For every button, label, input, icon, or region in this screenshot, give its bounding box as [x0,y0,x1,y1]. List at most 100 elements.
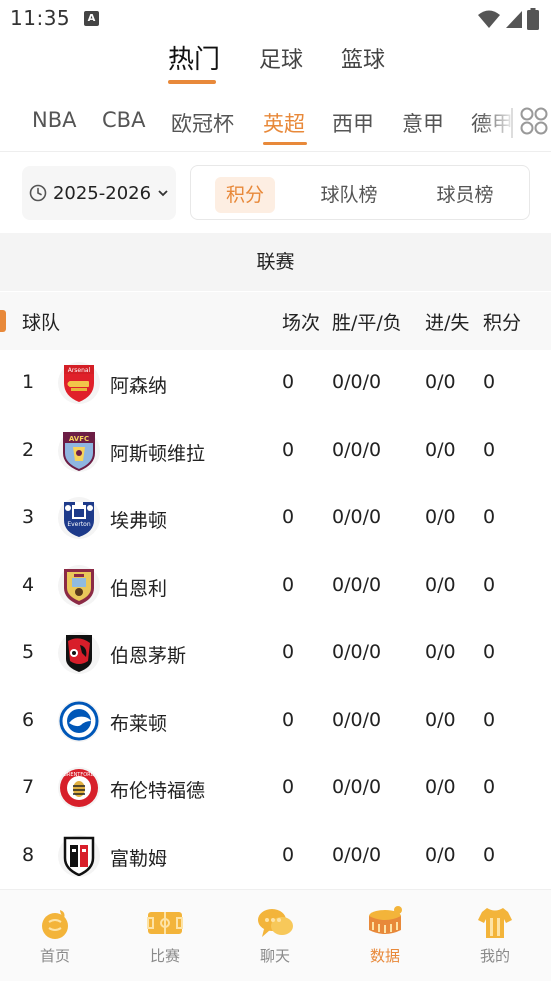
table-row[interactable]: 8 富勒姆 0 0/0/0 0/0 0 [0,823,551,891]
table-row[interactable]: 4 伯恩利 0 0/0/0 0/0 0 [0,553,551,621]
win-draw-loss: 0/0/0 [332,573,382,596]
nav-label-match: 比赛 [149,947,180,965]
segment-standings[interactable]: 积分 [215,177,275,213]
segment-player-rank[interactable]: 球员榜 [425,177,505,213]
league-tab-seriea[interactable]: 意甲 [402,108,444,138]
divider [0,151,551,152]
points: 0 [483,506,496,528]
grid-menu-icon[interactable] [520,107,548,135]
team-name: 阿森纳 [110,375,168,397]
chevron-down-icon [158,190,168,197]
team-name: 埃弗顿 [110,510,168,532]
rank: 3 [22,506,35,528]
arsenal-crest-text: Arsenal [68,367,91,374]
league-tab-laliga[interactable]: 西甲 [332,108,374,138]
nav-data[interactable]: 数据 [345,904,425,966]
nav-home[interactable]: 首页 [15,904,95,966]
goals: 0/0 [425,371,456,393]
nav-match[interactable]: 比赛 [125,904,205,966]
goals: 0/0 [425,708,456,731]
win-draw-loss: 0/0/0 [332,371,382,393]
home-icon [42,910,68,939]
brentford-crest-icon: BRENTFORD [58,767,100,809]
table-row[interactable]: 3 Everton 埃弗顿 0 0/0/0 0/0 0 [0,485,551,553]
table-header: 球队 场次 胜/平/负 进/失 积分 [0,292,551,350]
main-tabs: 热门 足球 篮球 [0,38,551,90]
stats-segment-control: 积分 球队榜 球员榜 [190,165,530,220]
fulham-crest-icon [58,834,100,877]
nav-label-profile: 我的 [479,947,510,965]
league-tab-epl[interactable]: 英超 [263,108,305,138]
nav-label-data: 数据 [369,947,400,965]
played: 0 [282,506,295,528]
header-goals: 进/失 [425,312,470,334]
table-row[interactable]: 5 伯恩茅斯 0 0/0/0 0/0 0 [0,620,551,688]
table-row[interactable]: 2 AVFC 阿斯顿维拉 0 0/0/0 0/0 0 [0,418,551,486]
nav-label-chat: 聊天 [259,947,290,965]
team-name: 阿斯顿维拉 [110,442,206,465]
rank: 4 [22,573,35,596]
aston-villa-crest-text: AVFC [69,435,89,443]
clock-icon [29,184,47,202]
season-label: 2025-2026 [52,182,152,204]
points: 0 [483,641,496,663]
points: 0 [483,438,496,461]
team-name: 伯恩利 [110,577,168,600]
arsenal-crest-icon: Arsenal [58,362,100,404]
rank: 8 [22,843,35,866]
league-tab-ucl[interactable]: 欧冠杯 [171,108,234,138]
table-row[interactable]: 1 Arsenal 阿森纳 0 0/0/0 0/0 0 [0,350,551,418]
league-tab-indicator [263,142,307,145]
header-played: 场次 [282,312,321,334]
pitch-icon [147,912,183,934]
main-tab-basketball[interactable]: 篮球 [341,42,385,74]
nav-profile[interactable]: 我的 [455,904,535,966]
points: 0 [483,843,496,866]
bottom-nav: 首页 比赛 聊天 数据 我的 [0,889,551,981]
win-draw-loss: 0/0/0 [332,843,382,866]
points: 0 [483,708,496,731]
rank: 6 [22,708,35,731]
main-tab-indicator [168,80,216,84]
signal-icon [506,11,522,28]
header-points: 积分 [483,312,522,334]
nav-chat[interactable]: 聊天 [235,904,315,966]
played: 0 [282,843,295,866]
team-name: 布伦特福德 [110,780,206,802]
rank: 7 [22,776,35,798]
table-row[interactable]: 6 布莱顿 0 0/0/0 0/0 0 [0,688,551,756]
main-tab-football[interactable]: 足球 [259,42,303,74]
rank: 1 [22,371,35,393]
standings-list: 1 Arsenal 阿森纳 0 0/0/0 0/0 0 2 AVFC 阿斯顿维拉… [0,350,551,890]
win-draw-loss: 0/0/0 [332,708,382,731]
goals: 0/0 [425,843,456,866]
everton-crest-icon: Everton [58,497,100,539]
played: 0 [282,438,295,461]
league-tabs: NBA CBA 欧冠杯 英超 西甲 意甲 德甲 [0,98,551,152]
team-name: 布莱顿 [110,712,168,735]
win-draw-loss: 0/0/0 [332,506,382,528]
section-title: 联赛 [0,233,551,291]
aston-villa-crest-icon: AVFC [58,429,100,472]
played: 0 [282,641,295,663]
table-row[interactable]: 7 BRENTFORD 布伦特福德 0 0/0/0 0/0 0 [0,755,551,823]
rank: 5 [22,641,35,663]
win-draw-loss: 0/0/0 [332,641,382,663]
win-draw-loss: 0/0/0 [332,776,382,798]
wifi-icon [478,10,500,28]
team-name: 富勒姆 [110,847,168,870]
nav-label-home: 首页 [39,947,70,965]
jersey-icon [478,908,512,938]
notification-icon: A [84,11,99,26]
league-tab-nba[interactable]: NBA [32,108,76,132]
header-accent-bar [0,310,6,332]
goals: 0/0 [425,438,456,461]
segment-team-rank[interactable]: 球队榜 [309,177,389,213]
header-team: 球队 [22,312,61,334]
season-selector[interactable]: 2025-2026 [22,166,176,220]
league-tab-cba[interactable]: CBA [102,108,145,132]
status-time: 11:35 [10,6,71,30]
main-tab-hot[interactable]: 热门 [168,39,220,76]
points: 0 [483,371,496,393]
goals: 0/0 [425,776,456,798]
